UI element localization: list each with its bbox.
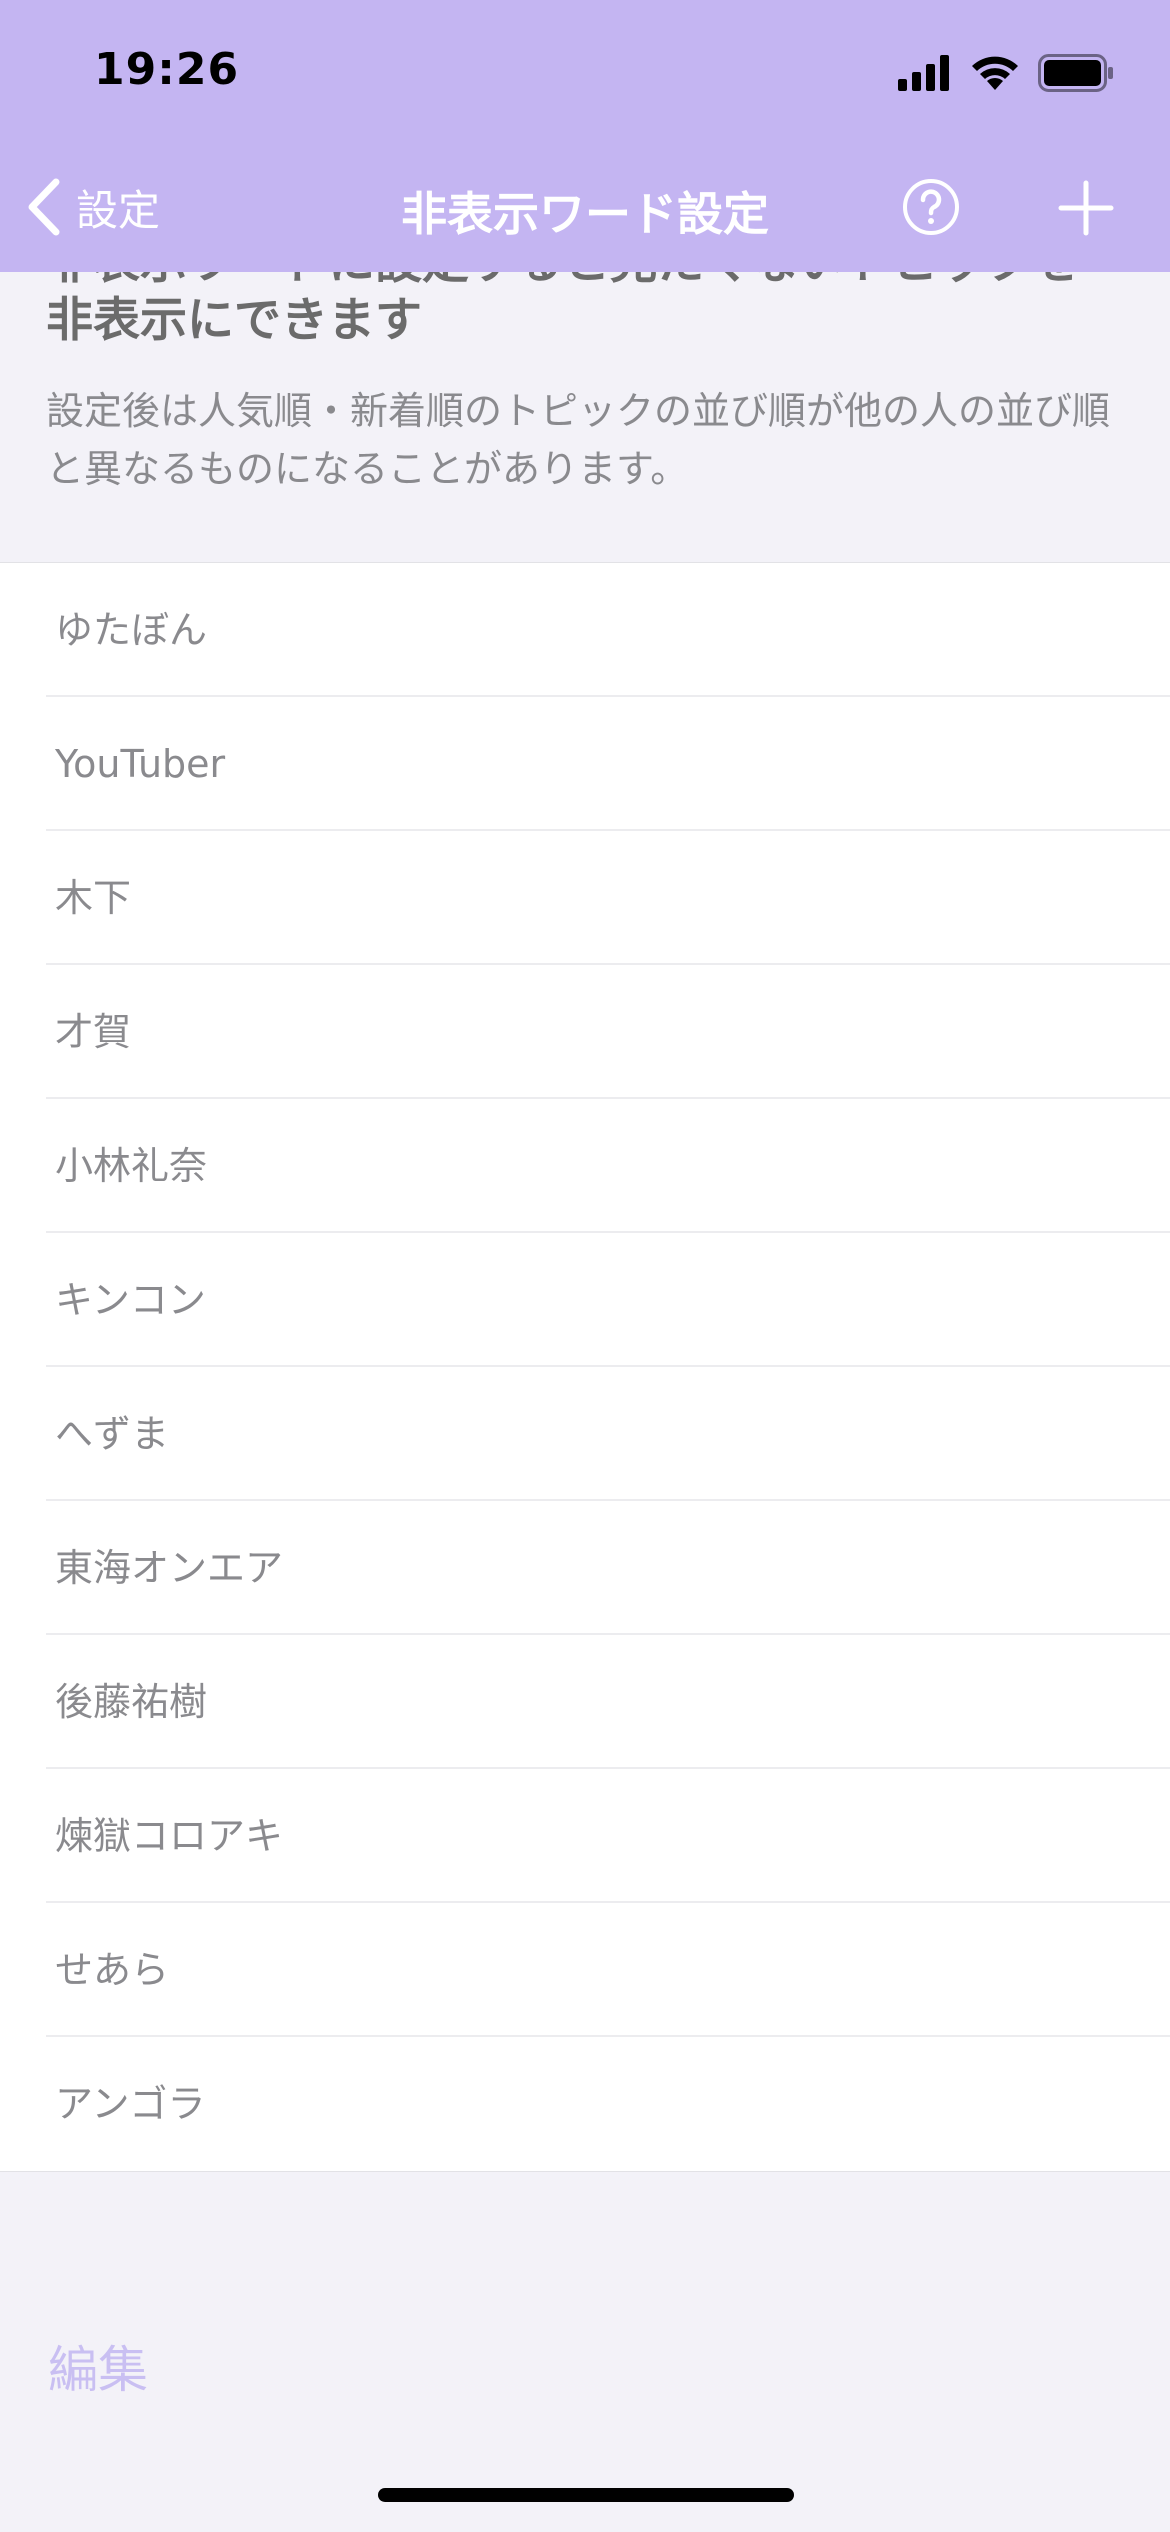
hidden-word-label: ゆたぼん <box>55 608 208 652</box>
list-item[interactable]: アンゴラ <box>0 2037 1170 2171</box>
description-heading: 非表示ワードに設定すると見たくないトピックを 非表示にできます <box>46 272 1126 350</box>
hidden-word-label: 小林礼奈 <box>55 1144 208 1188</box>
list-item[interactable]: YouTuber <box>0 697 1170 831</box>
page-title: 非表示ワード設定 <box>401 187 769 241</box>
cellular-signal-icon <box>898 55 949 91</box>
description-heading-line2: 非表示にできます <box>46 293 422 348</box>
list-item[interactable]: 煉獄コロアキ <box>0 1769 1170 1903</box>
hidden-word-label: 東海オンエア <box>55 1546 284 1590</box>
edit-button[interactable]: 編集 <box>48 2330 148 2402</box>
hidden-word-label: 後藤祐樹 <box>55 1680 208 1724</box>
description-section: 非表示ワードに設定すると見たくないトピックを 非表示にできます 設定後は人気順・… <box>0 272 1170 562</box>
hidden-word-label: 木下 <box>55 876 132 920</box>
status-time: 19:26 <box>94 44 240 95</box>
hidden-word-label: キンコン <box>55 1278 206 1322</box>
hidden-words-list: ゆたぼん YouTuber 木下才賀小林礼奈キンコンへずま東海オンエア 後藤祐樹煉獄コ… <box>0 562 1170 2172</box>
hidden-words-settings-screen: 19:26 設定 非表示ワード設定 非表示にできます 設定後は人気順・新着順のト… <box>0 0 1170 2532</box>
battery-icon <box>1038 54 1113 92</box>
wifi-icon <box>972 56 1018 90</box>
description-heading-line1: 非表示ワードに設定すると見たくないトピックを <box>46 272 1126 292</box>
hidden-word-label: せあら <box>55 1948 170 1992</box>
hidden-word-label: アンゴラ <box>55 2082 206 2126</box>
list-item[interactable]: 後藤祐樹 <box>0 1635 1170 1769</box>
list-item[interactable]: ゆたぼん <box>0 563 1170 697</box>
home-indicator <box>378 2488 794 2502</box>
hidden-word-label: 煉獄コロアキ <box>55 1814 284 1858</box>
hidden-word-label: へずま <box>55 1412 170 1456</box>
description-body: 設定後は人気順・新着順のトピックの並び順が他の人の並び順と異なるものになることが… <box>46 389 1111 491</box>
list-item[interactable]: 才賀 <box>0 965 1170 1099</box>
add-word-button[interactable] <box>1058 180 1114 236</box>
list-item[interactable]: 小林礼奈 <box>0 1099 1170 1233</box>
question-circle-icon <box>903 179 959 235</box>
list-item[interactable]: キンコン <box>0 1233 1170 1367</box>
hidden-word-label: 才賀 <box>55 1010 132 1054</box>
list-item[interactable]: 東海オンエア <box>0 1501 1170 1635</box>
list-item[interactable]: せあら <box>0 1903 1170 2037</box>
plus-icon <box>1058 180 1114 236</box>
help-button[interactable] <box>902 178 960 236</box>
header: 19:26 設定 非表示ワード設定 <box>0 0 1170 272</box>
hidden-word-label: YouTuber <box>55 742 226 786</box>
status-icons <box>898 54 1114 92</box>
list-item[interactable]: 木下 <box>0 831 1170 965</box>
description-heading-clip: 非表示ワードに設定すると見たくないトピックを 非表示にできます <box>46 272 1126 350</box>
list-item[interactable]: へずま <box>0 1367 1170 1501</box>
